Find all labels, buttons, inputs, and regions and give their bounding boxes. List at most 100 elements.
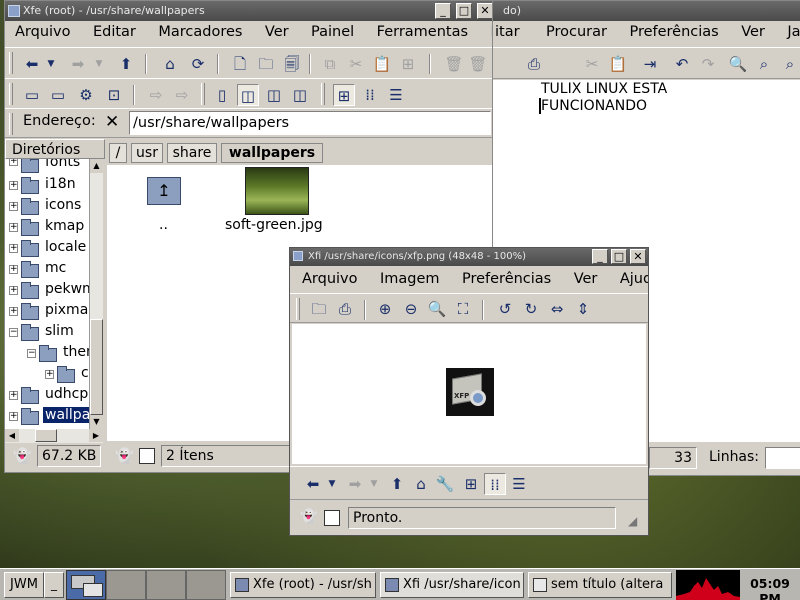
cut-icon[interactable]: ✂ [345, 53, 367, 75]
xfi-menu-ajuda[interactable]: Ajuda [610, 268, 648, 287]
tree-item-slim[interactable]: slim [45, 323, 74, 339]
details-view-icon[interactable]: ☰ [385, 84, 407, 106]
tree-item-mc[interactable]: mc [45, 260, 66, 276]
insert-file-icon[interactable]: ⇥ [639, 53, 661, 75]
task-editor[interactable]: sem título (altera [528, 572, 672, 598]
print-icon[interactable]: ⎙ [334, 298, 356, 320]
properties-icon[interactable]: ⊞ [397, 53, 419, 75]
expand-icon[interactable]: + [9, 159, 18, 166]
move-to-icon[interactable]: ⇨ [171, 84, 193, 106]
scroll-down-button[interactable]: ▼ [90, 415, 103, 429]
xfi-minimize-button[interactable]: _ [592, 249, 608, 264]
scroll-right-button[interactable]: ▶ [89, 429, 103, 442]
zoom-100-icon[interactable]: 🔍 [426, 298, 448, 320]
tree-item-locale[interactable]: locale [45, 239, 86, 255]
copy-icon[interactable]: ⧉ [319, 53, 341, 75]
tree-vertical-scrollbar[interactable]: ▲ ▼ [89, 159, 103, 429]
xfi-menu-imagem[interactable]: Imagem [370, 268, 448, 287]
collapse-icon[interactable]: − [9, 328, 18, 337]
flip-horizontal-icon[interactable]: ⇔ [546, 298, 568, 320]
task-xfe[interactable]: Xfe (root) - /usr/sh [230, 572, 376, 598]
pager-desktop-4[interactable] [186, 570, 226, 600]
xfi-maximize-button[interactable]: □ [611, 249, 627, 264]
breadcrumb-root[interactable]: / [109, 143, 127, 163]
delete-icon[interactable]: 🗑 [467, 53, 489, 75]
close-button[interactable]: ✕ [477, 3, 492, 19]
image-thumbnail-icon[interactable] [245, 167, 309, 215]
undo-icon[interactable]: ↶ [671, 53, 693, 75]
expand-icon[interactable]: + [9, 412, 18, 421]
terminal-icon[interactable]: ⊡ [103, 84, 125, 106]
cut-icon[interactable]: ✂ [581, 53, 603, 75]
search-icon[interactable]: 🔍 [727, 53, 749, 75]
paste-icon[interactable]: 📋 [607, 53, 629, 75]
editor-menu-edit[interactable]: itar [491, 21, 528, 40]
scroll-hthumb[interactable] [35, 429, 57, 442]
back-history-chevron-icon[interactable]: ▼ [326, 473, 338, 495]
rotate-right-icon[interactable]: ↻ [520, 298, 542, 320]
menu-arquivo[interactable]: Arquivo [5, 21, 79, 40]
redo-icon[interactable]: ↷ [697, 53, 719, 75]
tree-item-theme-subfolder[interactable]: c [81, 365, 89, 381]
pager-desktop-2[interactable] [106, 570, 146, 600]
zoom-out-icon[interactable]: ⊖ [400, 298, 422, 320]
small-icons-view-icon[interactable]: ⁞⁞ [359, 84, 381, 106]
new-root-window-icon[interactable]: ▭ [47, 84, 69, 106]
toolbar-grip[interactable] [9, 113, 13, 135]
toolbar-grip[interactable] [201, 83, 205, 105]
up-arrow-icon[interactable]: ⬆ [386, 473, 408, 495]
tree-item-wallpapers-selected[interactable]: wallpapers [43, 407, 89, 423]
expand-icon[interactable]: + [9, 223, 18, 232]
big-icons-view-icon[interactable]: ⊞ [460, 473, 482, 495]
toolbar-grip[interactable] [296, 298, 300, 320]
scroll-left-button[interactable]: ◀ [5, 429, 19, 442]
new-folder-icon[interactable]: 🗀 [255, 53, 277, 75]
address-input[interactable]: /usr/share/wallpapers [129, 111, 491, 135]
tree-item-kmap[interactable]: kmap [45, 218, 84, 234]
file-name-parent[interactable]: .. [159, 217, 168, 233]
trash-icon[interactable]: 🗑 [443, 53, 465, 75]
xfi-menu-arquivo[interactable]: Arquivo [290, 268, 366, 287]
minimize-button[interactable]: _ [435, 3, 451, 19]
breadcrumb-wallpapers[interactable]: wallpapers [221, 143, 323, 163]
menu-lixo[interactable]: Lixo [481, 21, 493, 40]
editor-menu-window[interactable]: Janela [777, 21, 800, 40]
tree-item-udhcpc[interactable]: udhcpc [45, 386, 89, 402]
toolbar-grip[interactable] [321, 83, 325, 105]
breadcrumb-share[interactable]: share [167, 143, 217, 163]
wrench-icon[interactable]: 🔧 [434, 473, 456, 495]
home-icon[interactable]: ⌂ [410, 473, 432, 495]
resize-grip-icon[interactable]: ◢ [628, 514, 637, 528]
collapse-icon[interactable]: − [27, 349, 36, 358]
parent-folder-icon[interactable]: ↥ [147, 177, 181, 205]
forward-history-chevron-icon[interactable]: ▼ [93, 53, 105, 75]
show-desktop-button[interactable]: _ [44, 572, 64, 598]
scroll-thumb[interactable] [90, 319, 103, 415]
clear-address-icon[interactable]: ✕ [105, 112, 119, 132]
back-arrow-icon[interactable]: ⬅ [302, 473, 324, 495]
tree-item-themes[interactable]: themes [63, 344, 89, 360]
filter-icon[interactable] [324, 510, 340, 526]
toolbar-grip[interactable] [9, 83, 13, 105]
directories-header[interactable]: Diretórios [5, 139, 105, 159]
xfi-menu-ver[interactable]: Ver [564, 268, 606, 287]
back-history-chevron-icon[interactable]: ▼ [45, 53, 57, 75]
menu-ver[interactable]: Ver [255, 21, 297, 40]
details-view-icon[interactable]: ☰ [508, 473, 530, 495]
flip-vertical-icon[interactable]: ⇕ [572, 298, 594, 320]
expand-icon[interactable]: + [9, 391, 18, 400]
find-next-icon[interactable]: ⌕ [753, 53, 775, 75]
rotate-left-icon[interactable]: ↺ [494, 298, 516, 320]
two-panels-icon[interactable]: ◫ [263, 84, 285, 106]
xfi-menu-preferencias[interactable]: Preferências [452, 268, 559, 287]
menu-painel[interactable]: Painel [301, 21, 362, 40]
tree-two-panels-icon[interactable]: ◫ [289, 84, 311, 106]
editor-menu-preferences[interactable]: Preferências [619, 21, 726, 40]
expand-icon[interactable]: + [9, 181, 18, 190]
new-window-icon[interactable]: ▭ [21, 84, 43, 106]
forward-arrow-icon[interactable]: ➡ [67, 53, 89, 75]
scroll-up-button[interactable]: ▲ [90, 159, 103, 173]
xfe-title-bar[interactable]: Xfe (root) - /usr/share/wallpapers [5, 1, 492, 21]
pager-desktop-1[interactable] [66, 570, 106, 600]
tree-item-icons[interactable]: icons [45, 197, 81, 213]
